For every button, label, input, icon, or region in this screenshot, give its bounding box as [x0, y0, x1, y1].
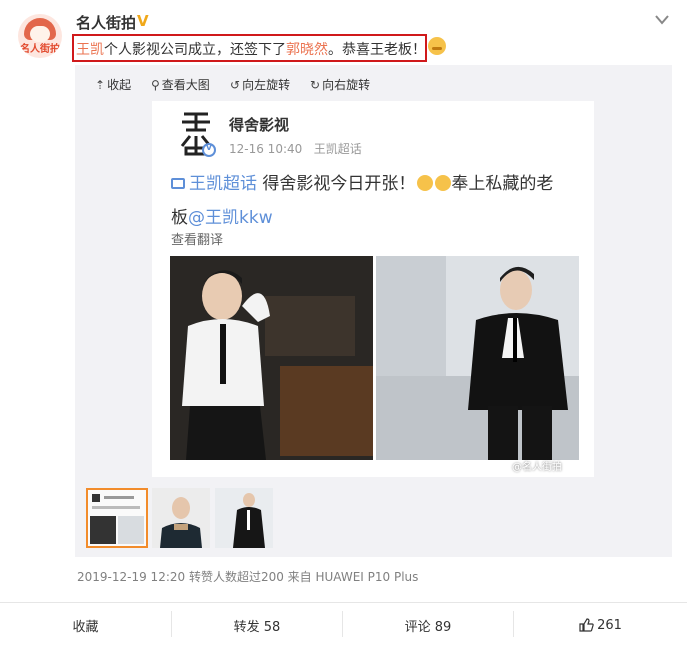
repost-author[interactable]: 得舍影视	[229, 114, 289, 135]
avatar[interactable]: 名人街拍	[18, 14, 62, 58]
repost-body-prefix: 板	[171, 208, 188, 228]
rotate-right-button[interactable]: ↻ 向右旋转	[310, 76, 370, 93]
chevron-down-icon[interactable]	[654, 14, 670, 26]
rotate-left-button[interactable]: ↺ 向左旋转	[230, 76, 290, 93]
like-button[interactable]: 261	[514, 605, 687, 645]
divider	[0, 602, 687, 603]
repost-label: 转发 58	[233, 619, 281, 635]
thumbs-up-icon	[579, 618, 594, 632]
repost-meta: 12-16 10:40 王凯超话	[229, 140, 362, 157]
emoji-icon	[417, 175, 434, 191]
collapse-label: 收起	[107, 78, 132, 92]
thumbnail-2[interactable]	[152, 488, 210, 548]
photo-right-drawing	[376, 256, 579, 460]
repost-time: 12-16 10:40	[229, 142, 303, 156]
watermark: @名人街拍	[512, 462, 562, 473]
thumbnail-3[interactable]	[215, 488, 273, 548]
view-large-button[interactable]: ⚲ 查看大图	[151, 76, 210, 93]
thumbnail-3-drawing	[215, 488, 273, 548]
thumbnail-1-drawing	[88, 490, 146, 546]
author-name[interactable]: 名人街拍	[76, 12, 136, 33]
topic-link[interactable]: 王凯超话	[189, 174, 257, 194]
photo-right[interactable]	[376, 256, 579, 460]
repost-body-text: 得舍影视今日开张！	[262, 174, 416, 194]
post-text-part: 个人影视公司成立，还签下了	[104, 42, 286, 58]
rotate-right-label: 向右旋转	[322, 78, 371, 92]
verified-blue-icon	[202, 143, 216, 157]
repost-button[interactable]: 转发 58	[172, 605, 342, 645]
comment-button[interactable]: 评论 89	[343, 605, 513, 645]
mention-link[interactable]: @王凯kkw	[188, 208, 273, 228]
rotate-right-icon: ↻	[310, 78, 321, 92]
rotate-left-label: 向左旋转	[242, 78, 291, 92]
search-icon: ⚲	[151, 78, 160, 92]
repost-body-line1: 王凯超话 得舍影视今日开张！ 奉上私藏的老	[171, 169, 553, 194]
like-count: 261	[597, 617, 622, 633]
comment-label: 评论 89	[404, 619, 452, 635]
thumbnail-2-drawing	[152, 488, 210, 548]
emoji-icon	[435, 175, 452, 191]
collapse-button[interactable]: ⇡ 收起	[95, 76, 131, 93]
view-large-label: 查看大图	[161, 78, 210, 92]
mention-wangkai[interactable]: 王凯	[76, 42, 104, 58]
photo-left[interactable]	[170, 256, 373, 460]
arrow-up-icon: ⇡	[95, 78, 106, 92]
super-topic-icon	[171, 178, 185, 189]
favorite-label: 收藏	[72, 619, 99, 635]
repost-body-text-end: 奉上私藏的老	[451, 174, 554, 194]
mention-guoxiaoran[interactable]: 郭晓然	[286, 42, 328, 58]
avatar-text: 名人街拍	[20, 44, 60, 55]
repost-source: 王凯超话	[313, 142, 362, 156]
thumbnail-1[interactable]	[86, 488, 148, 548]
repost-body-line2: 板@王凯kkw	[171, 203, 273, 228]
post-meta: 2019-12-19 12:20 转赞人数超过200 来自 HUAWEI P10…	[77, 570, 419, 584]
translate-link[interactable]: 查看翻译	[171, 229, 223, 248]
verified-icon: V	[137, 12, 149, 30]
favorite-button[interactable]: 收藏	[0, 605, 171, 645]
photo-left-drawing	[170, 256, 373, 460]
post-text-part: 。恭喜王老板！	[328, 42, 426, 58]
post-text: 王凯个人影视公司成立，还签下了郭晓然。恭喜王老板！	[76, 39, 426, 59]
rotate-left-icon: ↺	[230, 78, 241, 92]
emoji-icon	[428, 37, 446, 55]
